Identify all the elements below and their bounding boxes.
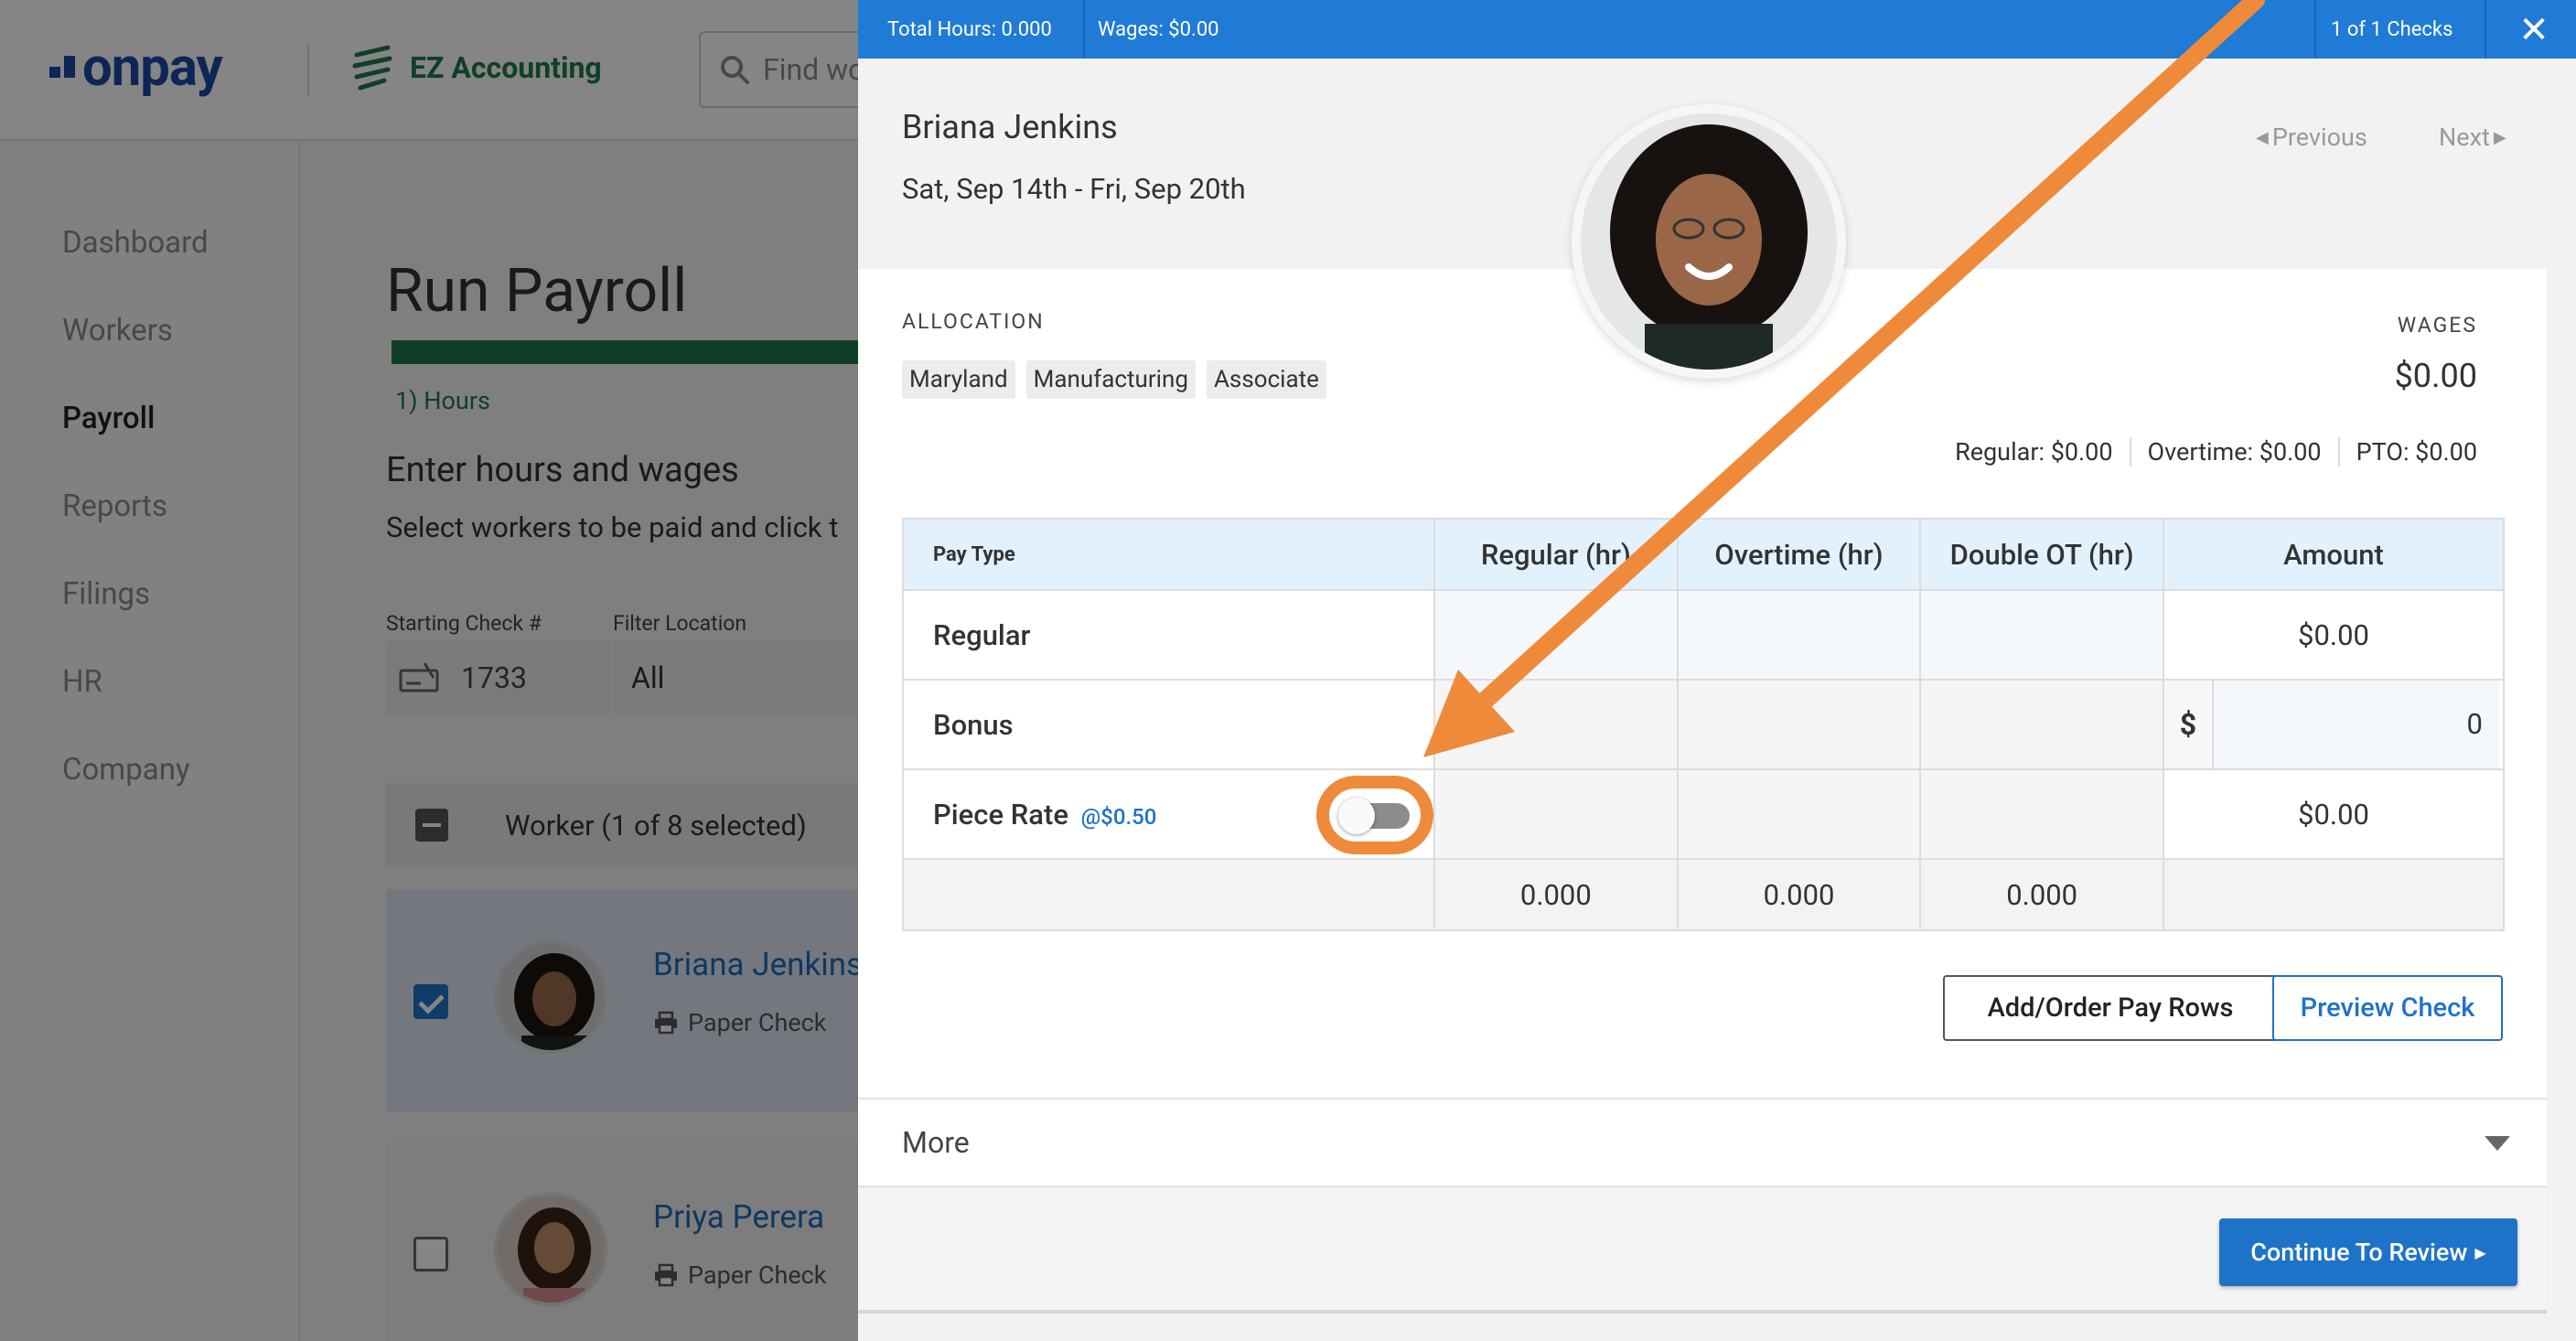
drawer-summary-bar: Total Hours: 0.000 Wages: $0.00 1 of 1 C… — [858, 0, 2576, 59]
regular-hours-input[interactable] — [1433, 589, 1679, 681]
col-overtime-hr: Overtime (hr) — [1676, 518, 1922, 591]
col-double-ot-hr: Double OT (hr) — [1919, 518, 2164, 591]
pay-table: Pay Type Regular (hr) Overtime (hr) Doub… — [901, 518, 2506, 931]
disabled-cell — [1676, 768, 1922, 860]
previous-button[interactable]: ◀ Previous — [2256, 123, 2367, 152]
toggle-knob — [1338, 798, 1376, 834]
bonus-amount-cell: $0 — [2162, 679, 2506, 770]
check-editor-drawer: Total Hours: 0.000 Wages: $0.00 1 of 1 C… — [858, 0, 2576, 1341]
wages-label: WAGES — [2397, 313, 2477, 338]
preview-check-button[interactable]: Preview Check — [2272, 975, 2503, 1041]
toggle-highlight — [1316, 776, 1434, 854]
disabled-cell — [1676, 679, 1922, 770]
allocation-label: ALLOCATION — [902, 309, 1045, 334]
bar-divider — [1083, 0, 1085, 59]
pay-row-regular: Regular $0.00 — [901, 589, 2506, 681]
col-amount: Amount — [2162, 518, 2506, 591]
more-section-toggle[interactable]: More — [858, 1098, 2547, 1187]
next-button[interactable]: Next ▶ — [2439, 123, 2506, 152]
disabled-cell — [1433, 768, 1679, 860]
pay-table-totals: 0.000 0.000 0.000 — [901, 858, 2506, 931]
pay-row-label: Regular — [901, 589, 1436, 681]
bonus-amount-input[interactable]: 0 — [2213, 681, 2499, 768]
disabled-cell — [1433, 679, 1679, 770]
regular-wages: Regular: $0.00 — [1955, 437, 2113, 467]
total-regular-hours: 0.000 — [1433, 858, 1679, 931]
disabled-cell — [1919, 768, 2164, 860]
pay-row-label-cell: Piece Rate @$0.50 — [901, 768, 1436, 860]
check-card: ALLOCATION Maryland Manufacturing Associ… — [858, 269, 2547, 1098]
pay-period: Sat, Sep 14th - Fri, Sep 20th — [902, 172, 1246, 206]
allocation-tag: Manufacturing — [1025, 360, 1196, 399]
piece-rate-value: @$0.50 — [1080, 803, 1157, 830]
caret-left-icon: ◀ — [2256, 127, 2269, 147]
drawer-footer: Continue To Review ▶ — [858, 1189, 2547, 1314]
wages-value: $0.00 — [2394, 357, 2477, 395]
pay-row-piece-rate: Piece Rate @$0.50 $0.00 — [901, 768, 2506, 860]
allocation-tags: Maryland Manufacturing Associate — [902, 360, 1326, 399]
caret-right-icon: ▶ — [2474, 1243, 2486, 1261]
check-count: 1 of 1 Checks — [2331, 17, 2453, 41]
next-label: Next — [2439, 123, 2490, 152]
piece-rate-toggle[interactable] — [1338, 798, 1411, 834]
pay-row-label: Bonus — [901, 679, 1436, 770]
totals-amount-cell — [2162, 858, 2506, 931]
more-label: More — [902, 1125, 970, 1160]
chevron-down-icon — [2485, 1136, 2510, 1151]
totals-label-cell — [901, 858, 1436, 931]
total-overtime-hours: 0.000 — [1676, 858, 1922, 931]
dollar-icon: $ — [2163, 681, 2214, 768]
bar-divider — [2314, 0, 2316, 59]
piece-rate-amount: $0.00 — [2162, 768, 2506, 860]
overtime-hours-input[interactable] — [1676, 589, 1922, 681]
bar-divider — [2485, 0, 2486, 59]
double-ot-hours-input[interactable] — [1919, 589, 2164, 681]
continue-label: Continue To Review — [2250, 1238, 2468, 1267]
col-pay-type: Pay Type — [901, 518, 1436, 591]
total-hours-summary: Total Hours: 0.000 — [887, 17, 1052, 41]
caret-right-icon: ▶ — [2493, 127, 2506, 147]
wages-summary: Wages: $0.00 — [1098, 17, 1219, 41]
disabled-cell — [1919, 679, 2164, 770]
pay-table-header: Pay Type Regular (hr) Overtime (hr) Doub… — [901, 518, 2506, 591]
regular-amount: $0.00 — [2162, 589, 2506, 681]
employee-name: Briana Jenkins — [902, 108, 1118, 146]
pto-wages: PTO: $0.00 — [2337, 437, 2477, 467]
pay-row-label: Piece Rate — [933, 797, 1068, 831]
previous-label: Previous — [2271, 123, 2367, 152]
allocation-tag: Associate — [1206, 360, 1326, 399]
col-regular-hr: Regular (hr) — [1433, 518, 1679, 591]
close-icon[interactable]: ✕ — [2514, 8, 2554, 51]
pay-row-bonus: Bonus $0 — [901, 679, 2506, 770]
add-order-pay-rows-button[interactable]: Add/Order Pay Rows — [1943, 975, 2278, 1041]
continue-to-review-button[interactable]: Continue To Review ▶ — [2219, 1218, 2517, 1286]
overtime-wages: Overtime: $0.00 — [2129, 437, 2338, 467]
wage-breakdown: Regular: $0.00 Overtime: $0.00 PTO: $0.0… — [1955, 437, 2477, 467]
drawer-scroll-gutter — [2547, 59, 2576, 1341]
allocation-tag: Maryland — [902, 360, 1015, 399]
total-double-ot-hours: 0.000 — [1919, 858, 2164, 931]
employee-avatar — [1572, 104, 1846, 379]
